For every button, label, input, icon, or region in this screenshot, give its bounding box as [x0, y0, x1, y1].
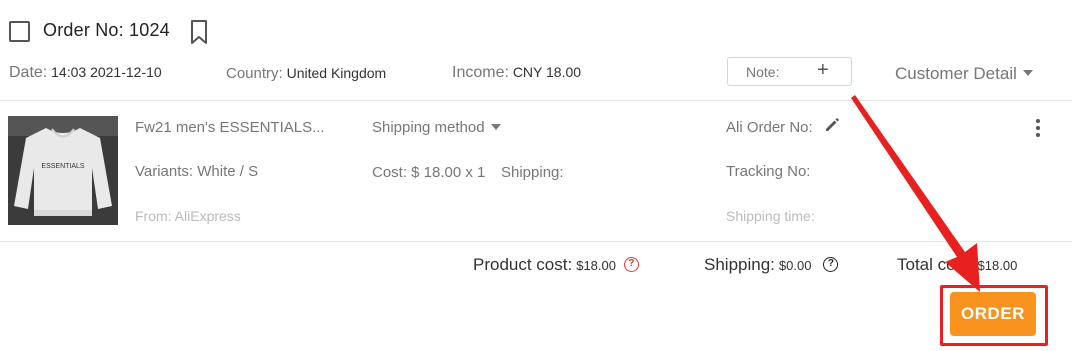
- order-number-title: Order No: 1024: [43, 20, 170, 40]
- country-label: Country:: [226, 65, 283, 82]
- ali-order-no-label: Ali Order No:: [726, 119, 813, 136]
- product-cost-value: $18.00: [576, 258, 616, 273]
- hoodie-print: ESSENTIALS: [41, 163, 85, 170]
- order-date: Date: 14:03 2021-12-10: [9, 64, 162, 82]
- product-variants: Variants: White / S: [135, 163, 259, 180]
- caret-down-icon: [490, 123, 501, 130]
- shipping-total-value: $0.00: [778, 258, 812, 273]
- shipping-method-dropdown[interactable]: Shipping method: [372, 119, 501, 136]
- hoodie-image: ESSENTIALS: [8, 116, 118, 225]
- help-circle-icon[interactable]: ?: [623, 256, 639, 272]
- total-cost-label: Total cost:: [897, 255, 974, 274]
- ali-order-no: Ali Order No:: [726, 119, 813, 136]
- product-source: From: AliExpress: [135, 208, 241, 224]
- note-label: Note:: [746, 64, 780, 80]
- date-value: 14:03 2021-12-10: [51, 64, 162, 80]
- note-button[interactable]: Note: +: [727, 57, 852, 86]
- product-name-link[interactable]: Fw21 men's ESSENTIALS...: [135, 119, 325, 136]
- plus-icon[interactable]: +: [817, 59, 829, 82]
- shipping-total-label: Shipping:: [704, 255, 775, 274]
- product-cost-total: Product cost: $18.00?: [473, 255, 639, 275]
- shipping-total: Shipping: $0.00?: [704, 255, 839, 275]
- product-cost-label: Product cost:: [473, 255, 573, 274]
- more-vertical-icon[interactable]: [1031, 119, 1045, 141]
- date-label: Date:: [9, 64, 48, 81]
- shipping-time: Shipping time:: [726, 208, 815, 224]
- order-country: Country: United Kingdom: [226, 65, 386, 82]
- shipping-method-label: Shipping method: [372, 119, 485, 136]
- help-circle-icon[interactable]: ?: [823, 256, 839, 272]
- order-select-checkbox[interactable]: [9, 21, 30, 42]
- total-cost: Total cost: $18.00: [897, 255, 1017, 275]
- product-cost: Cost: $ 18.00 x 1: [372, 164, 486, 181]
- income-value: CNY 18.00: [512, 64, 582, 80]
- product-shipping: Shipping:: [501, 164, 564, 181]
- bookmark-icon[interactable]: [188, 19, 210, 45]
- country-value: United Kingdom: [286, 65, 387, 81]
- product-thumbnail[interactable]: ESSENTIALS: [8, 116, 118, 225]
- order-income: Income: CNY 18.00: [452, 64, 581, 82]
- divider: [0, 100, 1072, 101]
- divider: [0, 241, 1072, 242]
- pencil-icon[interactable]: [823, 116, 841, 134]
- customer-detail-label: Customer Detail: [895, 64, 1017, 83]
- order-button[interactable]: ORDER: [950, 292, 1036, 336]
- customer-detail-dropdown[interactable]: Customer Detail: [895, 64, 1033, 84]
- total-cost-value: $18.00: [977, 258, 1018, 273]
- income-label: Income:: [452, 64, 509, 81]
- tracking-no: Tracking No:: [726, 163, 811, 180]
- caret-down-icon: [1022, 70, 1033, 77]
